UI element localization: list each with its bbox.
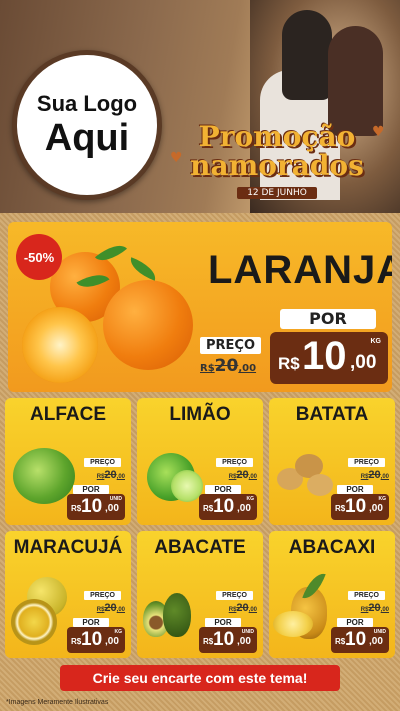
product-name: ABACAXI [288, 537, 376, 558]
new-price-label: POR [337, 485, 373, 494]
product-card[interactable]: MARACUJÁ PREÇO R$20,00 POR R$ 10,00 KG [5, 531, 131, 658]
product-card[interactable]: ABACATE PREÇO R$20,00 POR R$ 10,00 UNID [137, 531, 263, 658]
new-price-label: POR [337, 618, 373, 627]
product-name: ABACATE [154, 537, 246, 558]
old-price-label: PREÇO [84, 458, 121, 467]
product-name: LIMÃO [169, 404, 231, 425]
featured-product[interactable]: -50% LARANJA PREÇO R$20,00 POR R$ 10 ,00… [8, 222, 392, 392]
featured-name: LARANJA [208, 248, 392, 292]
product-card[interactable]: LIMÃO PREÇO R$20,00 POR R$ 10,00 KG [137, 398, 263, 525]
product-card[interactable]: ABACAXI PREÇO R$20,00 POR R$ 10,00 UNID [269, 531, 395, 658]
orange-image [103, 280, 193, 370]
old-price-label: PREÇO [348, 458, 385, 467]
old-price: R$20,00 [96, 602, 125, 614]
logo-placeholder[interactable]: Sua Logo Aqui [12, 50, 162, 200]
new-price: R$ 10,00 UNID [199, 627, 257, 653]
new-price: R$ 10,00 KG [199, 494, 257, 520]
new-price-label: POR [280, 309, 376, 329]
old-price: R$20,00 [360, 469, 389, 481]
old-price-label: PREÇO [84, 591, 121, 600]
logo-line2: Aqui [44, 117, 130, 159]
heart-icon: ♥ [170, 150, 183, 166]
old-price: R$20,00 [228, 469, 257, 481]
old-price-label: PREÇO [200, 337, 262, 354]
old-price-block: PREÇO R$20,00 [200, 334, 262, 376]
new-price: R$ 10,00 UNID [331, 627, 389, 653]
promo-title: Promoção namorados 12 DE JUNHO [172, 122, 382, 200]
old-price-label: PREÇO [216, 591, 253, 600]
orange-slice-image [22, 307, 98, 383]
old-price: R$20,00 [360, 602, 389, 614]
new-price: R$ 10,00 KG [331, 494, 389, 520]
old-price: R$20,00 [96, 469, 125, 481]
old-price: R$20,00 [200, 356, 257, 376]
promo-line1: Promoção [198, 120, 356, 153]
new-price-label: POR [73, 618, 109, 627]
product-card[interactable]: BATATA PREÇO R$20,00 POR R$ 10,00 KG [269, 398, 395, 525]
promo-line2: namorados [190, 149, 364, 182]
new-price-label: POR [205, 618, 241, 627]
new-price: R$ 10,00 KG [67, 627, 125, 653]
new-price-label: POR [73, 485, 109, 494]
discount-badge: -50% [16, 234, 62, 280]
image-disclaimer: *Imagens Meramente Ilustrativas [6, 699, 109, 706]
old-price: R$20,00 [228, 602, 257, 614]
old-price-label: PREÇO [216, 458, 253, 467]
new-price: R$ 10,00 UNID [67, 494, 125, 520]
old-price-label: PREÇO [348, 591, 385, 600]
product-name: BATATA [295, 404, 369, 425]
promo-date: 12 DE JUNHO [237, 187, 317, 199]
pineapple-slice-image [273, 611, 313, 637]
create-flyer-button[interactable]: Crie seu encarte com este tema! [60, 665, 340, 691]
avocado-image [163, 593, 191, 637]
new-price: R$ 10 ,00 KG [270, 332, 388, 384]
product-name: MARACUJÁ [13, 537, 123, 558]
product-card[interactable]: ALFACE PREÇO R$20,00 POR R$ 10,00 UNID [5, 398, 131, 525]
heart-icon: ♥ [372, 124, 385, 140]
logo-line1: Sua Logo [36, 91, 138, 116]
new-price-label: POR [205, 485, 241, 494]
passion-fruit-half-image [11, 599, 57, 645]
lettuce-image [13, 448, 75, 504]
product-name: ALFACE [30, 404, 106, 425]
header-banner: Sua Logo Aqui Promoção namorados 12 DE J… [0, 0, 400, 213]
